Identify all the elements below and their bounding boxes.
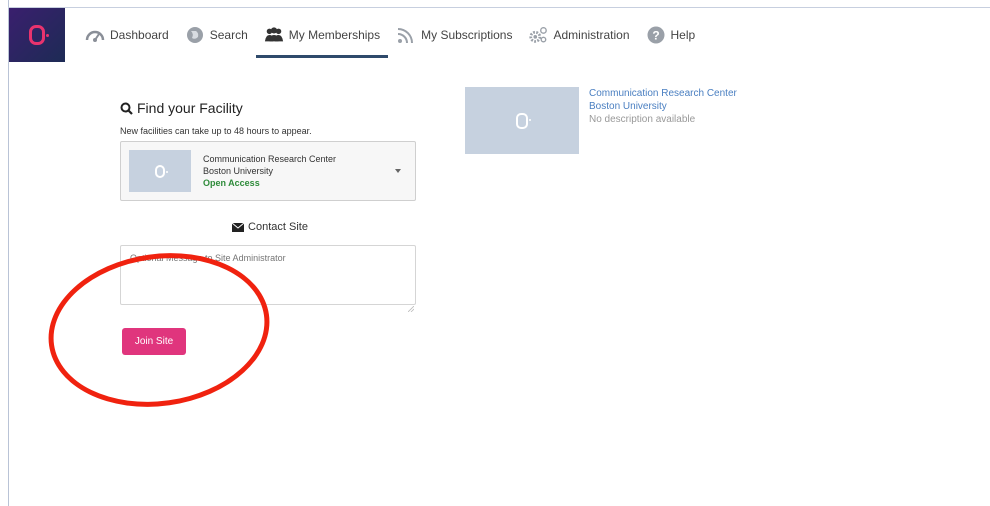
nav-item-label: Search [209,28,248,42]
message-textarea[interactable] [120,245,416,305]
globe-icon [185,25,205,45]
find-facility-heading: Find your Facility [120,100,420,116]
facility-card[interactable]: Communication Research Center Boston Uni… [465,87,737,154]
facility-access: Open Access [203,178,260,188]
gears-icon [528,25,548,45]
nav-item-administration[interactable]: Administration [520,8,637,62]
envelope-icon [232,222,245,232]
contact-site: Contact Site [120,221,420,233]
facility-select[interactable]: Communication Research Center Boston Uni… [120,141,416,201]
nav-item-help[interactable]: ? Help [638,8,704,62]
nav-item-label: Help [670,28,696,42]
nav-item-label: My Memberships [288,28,381,42]
resize-grip-icon[interactable] [408,306,414,312]
facility-logo-icon [516,112,531,129]
facility-card-description: No description available [589,114,696,125]
facility-card-text: Communication Research Center Boston Uni… [589,87,737,154]
nav-item-my-memberships[interactable]: My Memberships [255,8,389,62]
facility-hint: New facilities can take up to 48 hours t… [120,126,312,136]
group-users-icon [264,25,284,45]
facility-name: Communication Research Center [203,154,337,164]
dashboard-gauge-icon [85,25,105,45]
facility-card-name[interactable]: Communication Research Center [589,87,737,100]
nav-menu: Dashboard Search My Memberships My Subsc… [77,8,703,62]
chevron-down-icon[interactable] [395,169,401,173]
facility-card-thumbnail [465,87,579,154]
nav-item-label: My Subscriptions [421,28,513,42]
top-navbar: Dashboard Search My Memberships My Subsc… [9,8,990,62]
nav-item-my-subscriptions[interactable]: My Subscriptions [388,8,520,62]
logo-q-icon [29,25,49,45]
facility-logo-icon [155,164,168,178]
nav-item-search[interactable]: Search [177,8,256,62]
facility-card-institution[interactable]: Boston University [589,100,737,113]
rss-feed-icon [396,25,416,45]
join-site-button[interactable]: Join Site [122,328,186,355]
svg-text:?: ? [652,29,659,43]
find-facility-title: Find your Facility [137,100,243,116]
app-logo[interactable] [9,8,65,62]
question-circle-icon: ? [646,25,666,45]
facility-institution: Boston University [203,166,274,176]
find-facility-panel: Find your Facility New facilities can ta… [120,100,420,310]
facility-thumbnail [129,150,191,192]
nav-item-label: Administration [553,28,630,42]
nav-item-label: Dashboard [110,28,169,42]
facility-select-text: Communication Research Center Boston Uni… [203,153,336,189]
search-icon [120,102,133,115]
frame-border-left [8,0,9,506]
nav-item-dashboard[interactable]: Dashboard [77,8,177,62]
contact-site-label: Contact Site [248,221,308,233]
